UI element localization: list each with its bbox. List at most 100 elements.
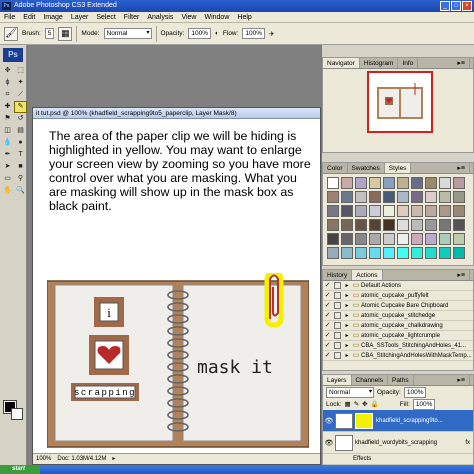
action-set-row[interactable]: ✓ ▸ ▭ Atomic Cupcake Bare Chipboard [323, 301, 473, 311]
tab-channels[interactable]: Channels [352, 375, 388, 385]
style-swatch[interactable] [453, 177, 465, 189]
tab-layers[interactable]: Layers [323, 375, 352, 385]
style-swatch[interactable] [327, 233, 339, 245]
mode-dropdown[interactable]: Normal [103, 28, 152, 39]
start-button[interactable]: start [0, 465, 40, 474]
lock-transparency-icon[interactable]: ▦ [345, 400, 351, 408]
check-icon[interactable]: ✓ [323, 351, 332, 360]
tab-info[interactable]: Info [398, 58, 419, 68]
style-swatch[interactable] [383, 233, 395, 245]
layer-thumbnail[interactable] [335, 434, 353, 451]
tab-navigator[interactable]: Navigator [323, 58, 360, 68]
tab-paths[interactable]: Paths [388, 375, 414, 385]
layer-mask-thumbnail[interactable] [355, 412, 373, 429]
style-swatch[interactable] [411, 233, 423, 245]
hand-tool-icon[interactable]: ✋ [2, 186, 13, 196]
layer-opacity-field[interactable]: 100% [403, 386, 427, 398]
style-swatch[interactable] [425, 233, 437, 245]
menu-view[interactable]: View [181, 12, 196, 22]
shape-tool-icon[interactable]: ■ [15, 162, 26, 172]
move-tool-icon[interactable]: ✥ [2, 66, 13, 76]
expand-triangle-icon[interactable]: ▸ [343, 351, 351, 360]
dialog-toggle[interactable] [334, 332, 341, 339]
menu-image[interactable]: Image [43, 12, 62, 22]
style-swatch[interactable] [327, 205, 339, 217]
style-swatch[interactable] [411, 219, 423, 231]
style-swatch[interactable] [355, 205, 367, 217]
layer-effects-row[interactable]: Effects [323, 454, 473, 465]
style-swatch[interactable] [453, 247, 465, 259]
layer-name[interactable]: khadfield_wordybits_scrapping [355, 440, 437, 446]
crop-tool-icon[interactable]: ⌗ [2, 90, 13, 100]
style-swatch[interactable] [439, 219, 451, 231]
blend-mode-dropdown[interactable]: Normal [326, 386, 374, 398]
history-brush-tool-icon[interactable]: ↺ [15, 114, 26, 124]
dialog-toggle[interactable] [334, 322, 341, 329]
lasso-tool-icon[interactable]: ϕ [2, 78, 13, 88]
panel-menu-icon[interactable]: ▸≡ [453, 270, 470, 281]
tab-color[interactable]: Color [323, 163, 348, 173]
status-arrow-icon[interactable]: ▸ [112, 454, 115, 464]
check-icon[interactable]: ✓ [323, 341, 332, 350]
tab-actions[interactable]: Actions [352, 270, 383, 280]
clone-stamp-tool-icon[interactable]: ⚑ [2, 114, 13, 124]
style-swatch[interactable] [411, 191, 423, 203]
expand-triangle-icon[interactable]: ▸ [343, 331, 351, 340]
menu-layer[interactable]: Layer [71, 12, 89, 22]
pen-tool-icon[interactable]: ✒ [2, 150, 13, 160]
visibility-eye-icon[interactable]: 👁 [323, 439, 335, 447]
style-swatch[interactable] [327, 247, 339, 259]
style-swatch[interactable] [425, 219, 437, 231]
blur-tool-icon[interactable]: 💧 [2, 138, 13, 148]
expand-triangle-icon[interactable]: ▸ [343, 281, 351, 290]
expand-triangle-icon[interactable]: ▸ [343, 301, 351, 310]
action-set-row[interactable]: ✓ ▸ ▭ atomic_cupcake_chalkdrawing [323, 321, 473, 331]
style-swatch[interactable] [397, 191, 409, 203]
layer-thumbnail[interactable] [335, 412, 353, 429]
healing-brush-tool-icon[interactable]: ✚ [2, 102, 13, 112]
menu-help[interactable]: Help [237, 12, 251, 22]
style-swatch[interactable] [369, 219, 381, 231]
eyedropper-tool-icon[interactable]: ⚲ [15, 174, 26, 184]
opacity-field[interactable]: 100% [188, 28, 211, 39]
style-swatch[interactable] [383, 247, 395, 259]
dialog-toggle[interactable] [334, 342, 341, 349]
document-title[interactable]: it tut.psd @ 100% (khadfield_scrapping9t… [33, 108, 320, 119]
zoom-level[interactable]: 100% [36, 454, 51, 464]
expand-triangle-icon[interactable]: ▸ [343, 291, 351, 300]
menu-select[interactable]: Select [96, 12, 115, 22]
style-swatch[interactable] [397, 233, 409, 245]
style-swatch[interactable] [369, 191, 381, 203]
menu-window[interactable]: Window [204, 12, 229, 22]
style-swatch[interactable] [327, 219, 339, 231]
style-swatch[interactable] [341, 219, 353, 231]
pressure-opacity-icon[interactable]: ◐ [215, 30, 219, 37]
color-swatches[interactable] [3, 400, 24, 421]
style-swatch[interactable] [369, 205, 381, 217]
style-swatch[interactable] [355, 177, 367, 189]
document-window[interactable]: it tut.psd @ 100% (khadfield_scrapping9t… [32, 107, 321, 465]
action-set-row[interactable]: ✓ ▸ ▭ CBA_StitchingAndHolesWithMaskTemp... [323, 351, 473, 361]
check-icon[interactable]: ✓ [323, 291, 332, 300]
style-swatch[interactable] [453, 191, 465, 203]
style-swatch[interactable] [397, 219, 409, 231]
expand-triangle-icon[interactable]: ▸ [343, 321, 351, 330]
style-swatch[interactable] [383, 191, 395, 203]
menu-edit[interactable]: Edit [23, 12, 35, 22]
style-swatch[interactable] [383, 177, 395, 189]
style-swatch[interactable] [397, 247, 409, 259]
navigator-preview[interactable] [367, 71, 433, 133]
style-swatch[interactable] [341, 233, 353, 245]
brush-tool-preset-icon[interactable]: 🖌 [4, 26, 18, 41]
document-canvas[interactable]: The area of the paper clip we will be hi… [33, 119, 320, 454]
style-swatch[interactable] [355, 233, 367, 245]
style-swatch[interactable] [341, 177, 353, 189]
style-swatch[interactable] [383, 219, 395, 231]
type-tool-icon[interactable]: T [15, 150, 26, 160]
visibility-eye-icon[interactable]: 👁 [323, 417, 335, 425]
style-swatch[interactable] [355, 247, 367, 259]
style-swatch[interactable] [397, 205, 409, 217]
tab-history[interactable]: History [323, 270, 353, 280]
flow-field[interactable]: 100% [242, 28, 266, 39]
lock-position-icon[interactable]: ✥ [362, 400, 367, 408]
